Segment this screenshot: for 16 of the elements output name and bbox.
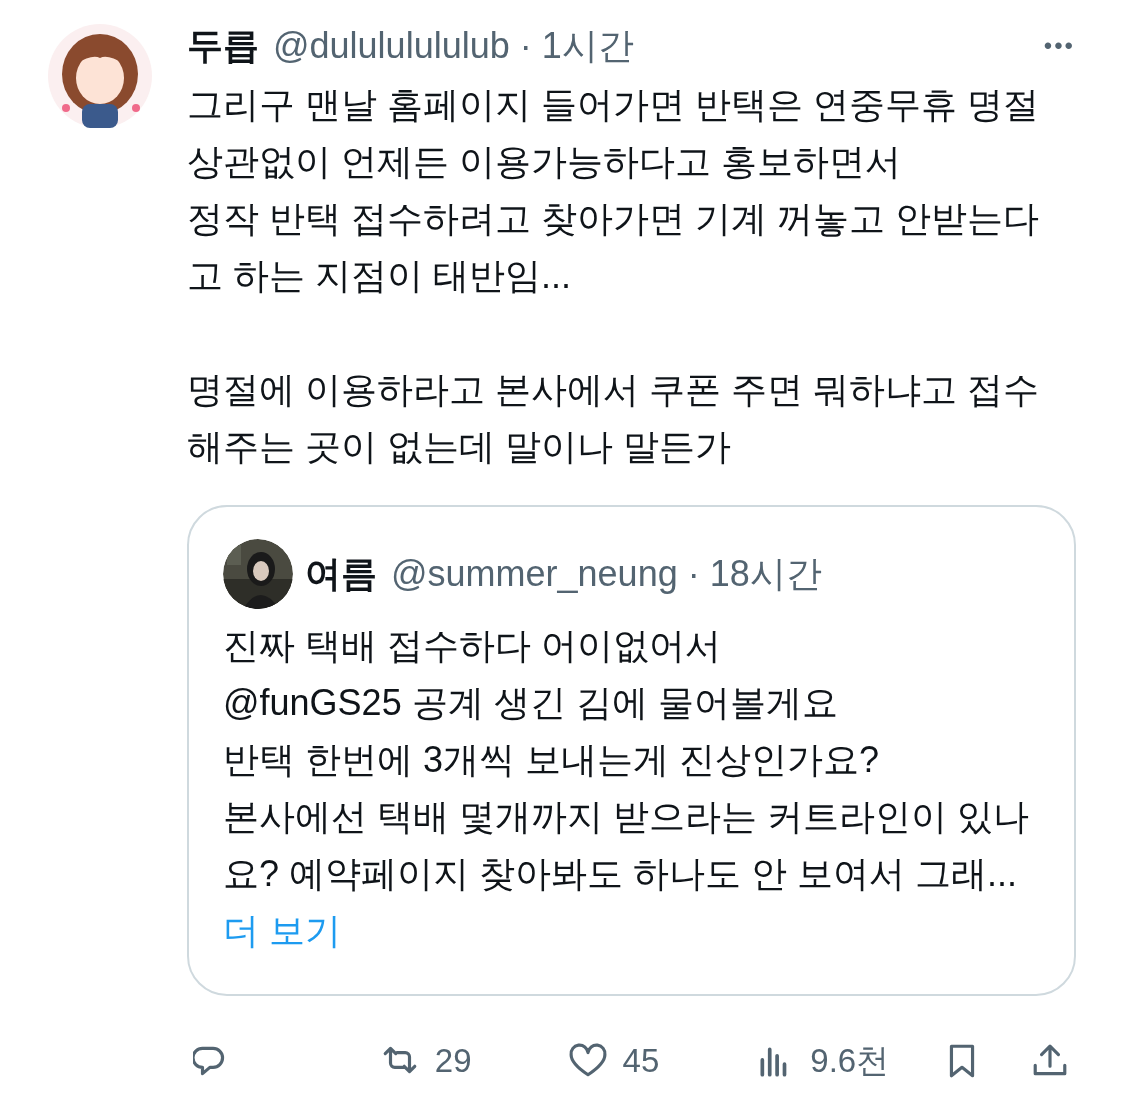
more-button[interactable]: ••• bbox=[1043, 28, 1075, 64]
display-name[interactable]: 여름 bbox=[305, 547, 377, 601]
separator: · bbox=[519, 24, 532, 68]
action-count: 45 bbox=[622, 1041, 660, 1082]
display-name[interactable]: 두릅 bbox=[187, 19, 259, 73]
user-handle[interactable]: @summer_neung bbox=[391, 547, 678, 601]
post-time[interactable]: 1시간 bbox=[541, 19, 634, 73]
post-text: 그리구 맨날 홈페이지 들어가면 반택은 연중무휴 명절 상관없이 언제든 이용가능하다고 홍보하면서 정작 반택 접수하려고 찾아가면 기계 꺼놓고 안받는다 고 하는 지점이 태반임... 명절에 이용하라고 본사에서 쿠폰 주면 뭐하냐고 접수 해주는 곳이 없는데 말이나 말든가 bbox=[187, 83, 1040, 469]
action-count: 9.6천 bbox=[810, 1041, 890, 1082]
action-count: 29 bbox=[434, 1041, 472, 1082]
separator: · bbox=[687, 552, 700, 596]
post-time[interactable]: 18시간 bbox=[709, 547, 822, 601]
user-handle[interactable]: @dulululululub bbox=[273, 19, 510, 73]
quoted-post[interactable]: 여름 @summer_neung · 18시간 진짜 택배 접수하다 어이없어서 @funGS25 공계 생긴 김에 물어볼게요 반택 한번에 3개씩 보내는게 진상인가요? 본사에선 택배 몇개까지 받으라는 커트라인이 있나 요? 예약페이지 찾아봐도 하나도 안 보여서 그래... 더 보기 bbox=[187, 505, 1076, 996]
quoted-text: 진짜 택배 접수하다 어이없어서 @funGS25 공계 생긴 김에 물어볼게요 반택 한번에 3개씩 보내는게 진상인가요? 본사에선 택배 몇개까지 받으라는 커트라인이 있나 요? 예약페이지 찾아봐도 하나도 안 보여서 그래... bbox=[223, 624, 1030, 896]
avatar[interactable] bbox=[48, 24, 152, 128]
